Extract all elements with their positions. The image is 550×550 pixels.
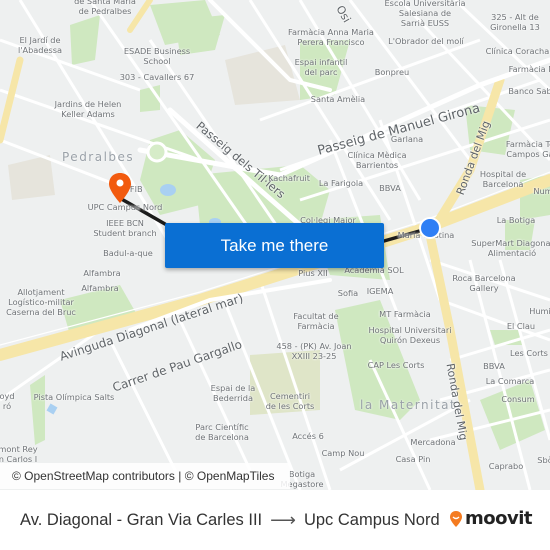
poi-label: Pista Olímpica Salts <box>33 392 115 402</box>
poi-label: Farmàcia Te Campos Ga <box>505 139 550 159</box>
poi-label: BBVA <box>483 361 505 371</box>
poi-label: Banco Sab <box>508 86 550 96</box>
poi-label: 303 - Cavallers 67 <box>119 72 195 82</box>
poi-label: SuperMart Diagonal Alimentació <box>471 238 550 258</box>
poi-label: IGEMA <box>366 286 394 296</box>
poi-label: CAP Les Corts <box>367 360 425 370</box>
poi-label: Santa Amèlia <box>310 94 366 104</box>
poi-label: Parc Científic de Barcelona <box>195 422 249 442</box>
poi-label: El Clau <box>506 321 536 331</box>
poi-label: Garlana <box>390 134 424 144</box>
district-label-maternitat: la Maternitat <box>360 398 457 412</box>
poi-label: Farmàcia M <box>508 64 550 74</box>
poi-label: Camp Nou <box>321 448 365 458</box>
take-me-there-button[interactable]: Take me there <box>165 223 384 268</box>
poi-label: Alfambra <box>83 268 121 278</box>
poi-label: Pius XII <box>298 268 328 278</box>
poi-label: oyd ró <box>0 391 15 411</box>
poi-label: 325 - Alt de Gironella 13 <box>490 12 540 32</box>
poi-label: Allotjament Logístico-militar Caserna de… <box>6 287 76 317</box>
poi-label: Consum <box>501 394 535 404</box>
destination-pin-icon[interactable] <box>107 172 133 204</box>
origin-marker-icon[interactable] <box>418 216 442 240</box>
poi-label: ESADE Business School <box>123 46 191 66</box>
poi-label: Alfambra <box>81 283 119 293</box>
poi-label: La Comarca <box>485 376 535 386</box>
map-attribution[interactable]: © OpenStreetMap contributors | © OpenMap… <box>0 463 290 489</box>
poi-label: Roca Barcelona Gallery <box>452 273 516 293</box>
poi-label: Farmàcia Anna Maria Perera Francisco <box>288 27 374 47</box>
arrow-right-icon: ⟶ <box>270 509 296 530</box>
poi-label: Les Corts <box>510 348 548 358</box>
district-label-pedralbes: Pedralbes <box>62 150 135 164</box>
poi-label: Hospital de Barcelona <box>479 169 527 189</box>
poi-label: Espai infantil del parc <box>294 57 348 77</box>
poi-label: de Santa Maria de Pedralbes <box>74 0 136 16</box>
poi-label: Badul-a-que <box>103 248 153 258</box>
poi-label: IEEE BCN Student branch <box>93 218 157 238</box>
poi-label: Hospital Universitari Quirón Dexeus <box>368 325 452 345</box>
moovit-logo[interactable]: moovit <box>449 508 533 529</box>
poi-label: Sbò <box>537 455 550 465</box>
poi-label: Num <box>533 186 550 196</box>
poi-label: Clínica Mèdica Barrientos <box>347 150 407 170</box>
poi-label: Humi <box>529 306 550 316</box>
moovit-pin-icon <box>450 510 462 527</box>
poi-label: L'Obrador del molí <box>388 36 464 46</box>
destination-label: Upc Campus Nord <box>303 510 440 529</box>
footer-bar: Av. Diagonal - Gran Via Carles III ⟶ Upc… <box>0 490 550 550</box>
route-summary: Av. Diagonal - Gran Via Carles III ⟶ Upc… <box>20 490 440 550</box>
poi-label: Casa Pin <box>395 454 431 464</box>
poi-label: Kachafruit <box>268 173 310 183</box>
poi-label: BBVA <box>379 183 401 193</box>
map-view[interactable]: Pedralbes la Maternitat Passeig de Manue… <box>0 0 550 490</box>
poi-label: La Botiga <box>496 215 536 225</box>
poi-label: mont Rey n Carlos I <box>0 444 38 464</box>
poi-label: Escola Universitària Salesiana de Sarrià… <box>384 0 466 28</box>
poi-label: Caprabo <box>488 461 524 471</box>
poi-label: La Farigola <box>318 178 364 188</box>
poi-label: Accés 6 <box>292 431 324 441</box>
poi-label: Mercadona <box>410 437 456 447</box>
poi-label: Jardins de Helen Keller Adams <box>54 99 122 119</box>
poi-label: Cementiri de les Corts <box>265 391 315 411</box>
poi-label: MT Farmàcia <box>379 309 431 319</box>
poi-label: Espai de la Bederrida <box>210 383 256 403</box>
poi-label: Sofia <box>337 288 359 298</box>
origin-label: Av. Diagonal - Gran Via Carles III <box>20 510 263 529</box>
poi-label: Bonpreu <box>374 67 410 77</box>
moovit-wordmark: moovit <box>465 508 533 529</box>
poi-label: Clínica Corachan <box>485 46 550 56</box>
poi-label: 458 - (PK) Av. Joan XXIII 23-25 <box>276 341 352 361</box>
poi-label: El Jardí de l'Abadessa <box>17 35 63 55</box>
poi-label: Facultat de Farmàcia <box>293 311 339 331</box>
